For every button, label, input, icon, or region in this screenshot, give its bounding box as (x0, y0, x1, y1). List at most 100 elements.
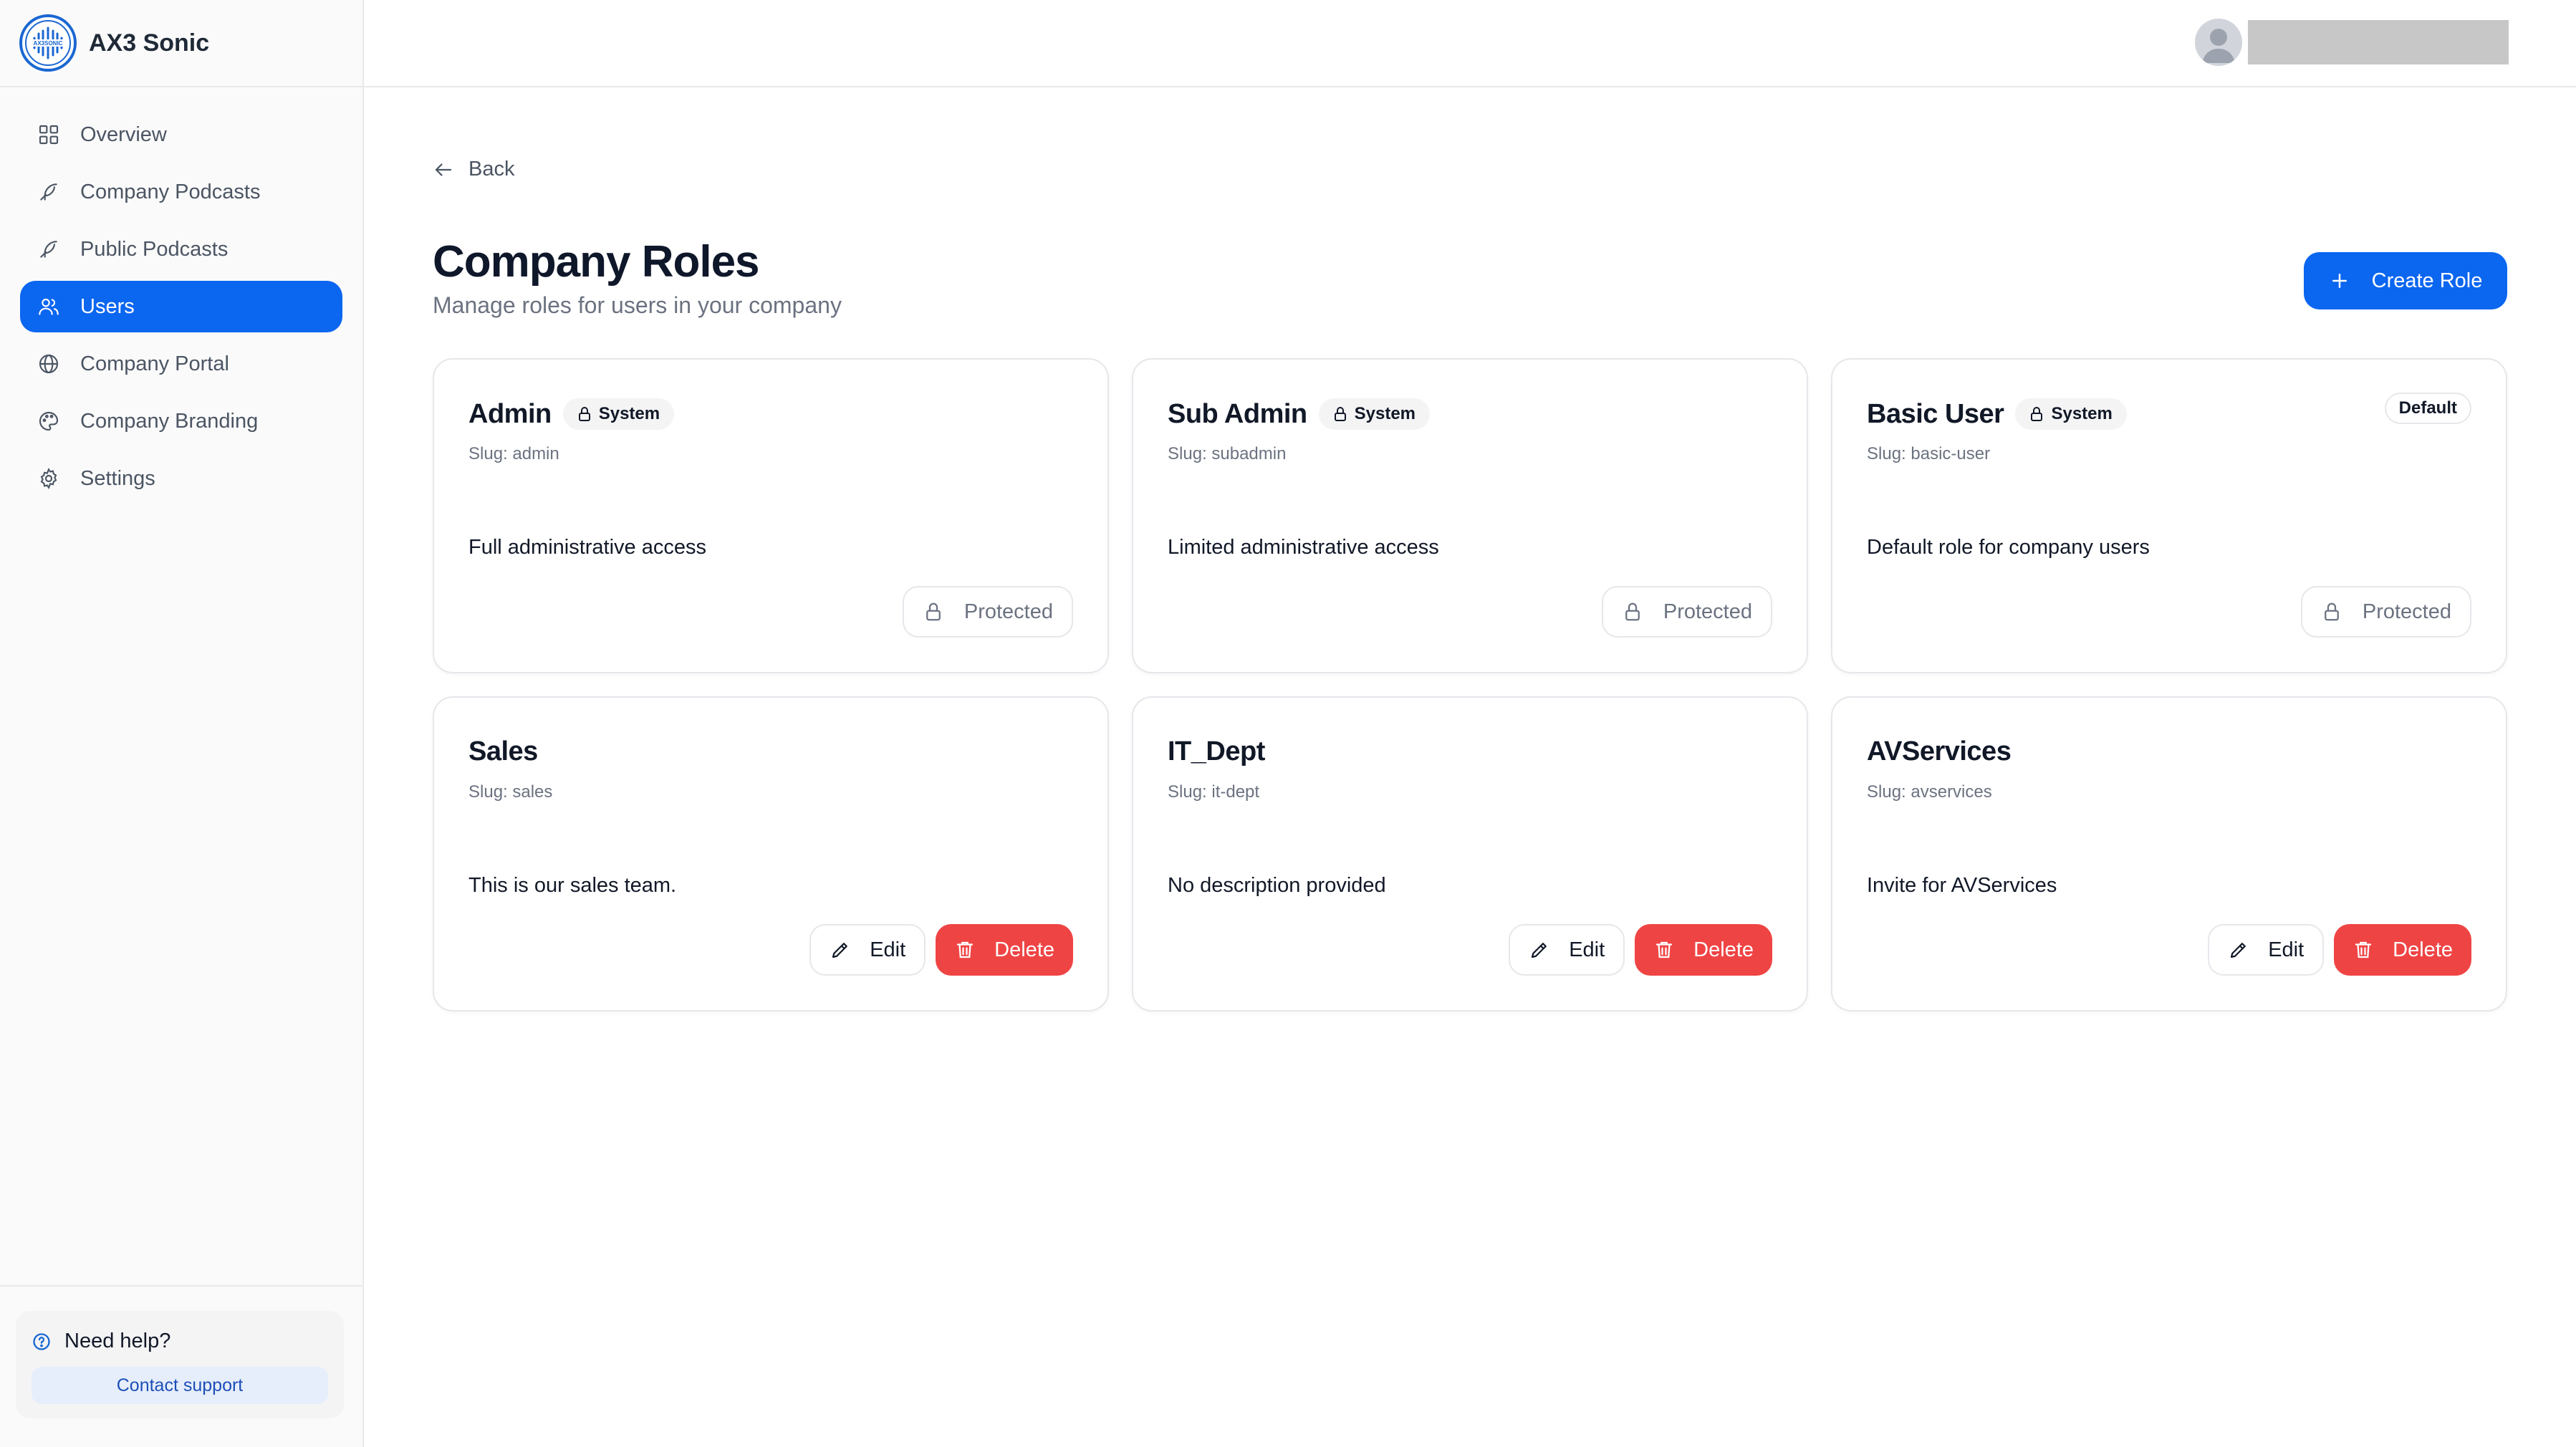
role-actions: Edit Delete (809, 924, 1073, 976)
sidebar-item-label: Company Branding (80, 409, 259, 433)
help-section: Need help? Contact support (0, 1285, 362, 1447)
contact-support-button[interactable]: Contact support (32, 1367, 328, 1404)
feather-icon (40, 183, 57, 201)
role-slug: Slug: sales (468, 782, 553, 802)
protected-label: Protected (963, 600, 1053, 623)
delete-button[interactable]: Delete (1635, 924, 1772, 976)
sidebar-item-company-podcasts[interactable]: Company Podcasts (20, 166, 342, 218)
sidebar-item-overview[interactable]: Overview (20, 109, 342, 160)
system-badge-label: System (2051, 404, 2113, 423)
role-actions: Edit Delete (1509, 924, 1772, 976)
page-subtitle: Manage roles for users in your company (433, 292, 842, 318)
sidebar-item-label: Settings (80, 466, 155, 490)
role-description: This is our sales team. (468, 874, 677, 897)
edit-label: Edit (1569, 938, 1605, 961)
role-description: Full administrative access (468, 536, 706, 559)
trash-icon (957, 941, 974, 958)
role-card-sales: Sales Slug: sales This is our sales team… (433, 696, 1109, 1011)
lock-icon (1625, 602, 1640, 621)
brand-name: AX3 Sonic (89, 29, 210, 57)
page-title: Company Roles (433, 237, 760, 287)
trash-icon (1656, 941, 1673, 958)
create-role-button[interactable]: Create Role (2304, 252, 2507, 309)
gear-icon (40, 468, 57, 489)
sidebar-nav: Overview Company Podcasts Public Podcast… (0, 87, 362, 504)
lock-icon (1334, 407, 1346, 421)
protected-label: Protected (2362, 600, 2451, 623)
edit-button[interactable]: Edit (1509, 924, 1625, 976)
role-card-it-dept: IT_Dept Slug: it-dept No description pro… (1132, 696, 1808, 1011)
sidebar-item-label: Overview (80, 122, 167, 146)
help-box: Need help? Contact support (16, 1311, 344, 1418)
role-name: IT_Dept (1168, 736, 1265, 766)
role-description: No description provided (1168, 874, 1386, 897)
edit-button[interactable]: Edit (2208, 924, 2325, 976)
role-name: Basic User (1867, 398, 2004, 429)
grid-icon (39, 125, 59, 145)
sidebar: AX3SONIC AX3 Sonic Overview Company Podc… (0, 0, 364, 1447)
role-description: Default role for company users (1867, 536, 2150, 559)
delete-label: Delete (1693, 938, 1754, 961)
pencil-icon (2231, 943, 2246, 958)
lock-icon (578, 407, 590, 421)
role-name: Admin (468, 398, 552, 429)
edit-label: Edit (2268, 938, 2305, 961)
protected-indicator: Protected (2300, 586, 2471, 638)
protected-label: Protected (1663, 600, 1752, 623)
svg-text:AX3SONIC: AX3SONIC (34, 40, 63, 47)
role-slug: Slug: it-dept (1168, 782, 1260, 802)
palette-icon (39, 411, 59, 431)
help-circle-icon (33, 1332, 50, 1350)
edit-label: Edit (870, 938, 906, 961)
users-icon (39, 298, 59, 315)
system-badge: System (2015, 398, 2127, 430)
role-name: AVServices (1867, 736, 2012, 766)
feather-icon (40, 241, 57, 258)
plus-icon (2332, 274, 2347, 288)
edit-button[interactable]: Edit (809, 924, 926, 976)
sidebar-item-public-podcasts[interactable]: Public Podcasts (20, 223, 342, 275)
back-link[interactable]: Back (433, 158, 514, 181)
help-title-text: Need help? (64, 1330, 171, 1352)
role-name: Sub Admin (1168, 398, 1307, 429)
lock-icon (2324, 602, 2339, 621)
pencil-icon (832, 943, 848, 958)
back-label: Back (468, 158, 515, 181)
role-slug: Slug: admin (468, 444, 559, 463)
sidebar-item-users[interactable]: Users (20, 281, 342, 332)
role-card-avservices: AVServices Slug: avservices Invite for A… (1831, 696, 2507, 1011)
role-card-basic-user: Basic User System Default Slug: basic-us… (1831, 358, 2507, 673)
sidebar-item-label: Company Portal (80, 352, 229, 375)
delete-label: Delete (994, 938, 1054, 961)
sidebar-item-company-branding[interactable]: Company Branding (20, 395, 342, 447)
user-avatar-icon (2195, 19, 2242, 66)
role-name: Sales (468, 736, 538, 766)
role-card-sub-admin: Sub Admin System Slug: subadmin Limited … (1132, 358, 1808, 673)
help-title: Need help? (32, 1330, 170, 1353)
role-description: Limited administrative access (1168, 536, 1439, 559)
user-name-redacted[interactable] (2248, 20, 2509, 64)
lock-icon (926, 602, 941, 621)
avatar[interactable] (2195, 19, 2242, 66)
system-badge-label: System (598, 404, 660, 423)
globe-icon (39, 354, 59, 374)
pencil-icon (1532, 943, 1547, 958)
role-slug: Slug: subadmin (1168, 444, 1287, 463)
delete-label: Delete (2393, 938, 2453, 961)
system-badge-label: System (1354, 404, 1416, 423)
role-card-admin: Admin System Slug: admin Full administra… (433, 358, 1109, 673)
brand[interactable]: AX3SONIC AX3 Sonic (0, 0, 362, 87)
sidebar-item-label: Users (80, 294, 135, 318)
protected-indicator: Protected (1601, 586, 1772, 638)
sidebar-item-settings[interactable]: Settings (20, 453, 342, 504)
arrow-left-icon (435, 163, 452, 176)
role-slug: Slug: basic-user (1867, 444, 1991, 463)
delete-button[interactable]: Delete (936, 924, 1073, 976)
sidebar-item-company-portal[interactable]: Company Portal (20, 338, 342, 390)
system-badge: System (1318, 398, 1431, 430)
default-badge: Default (2384, 393, 2471, 424)
delete-button[interactable]: Delete (2334, 924, 2471, 976)
role-slug: Slug: avservices (1867, 782, 1992, 802)
role-actions: Edit Delete (2208, 924, 2471, 976)
protected-indicator: Protected (902, 586, 1073, 638)
